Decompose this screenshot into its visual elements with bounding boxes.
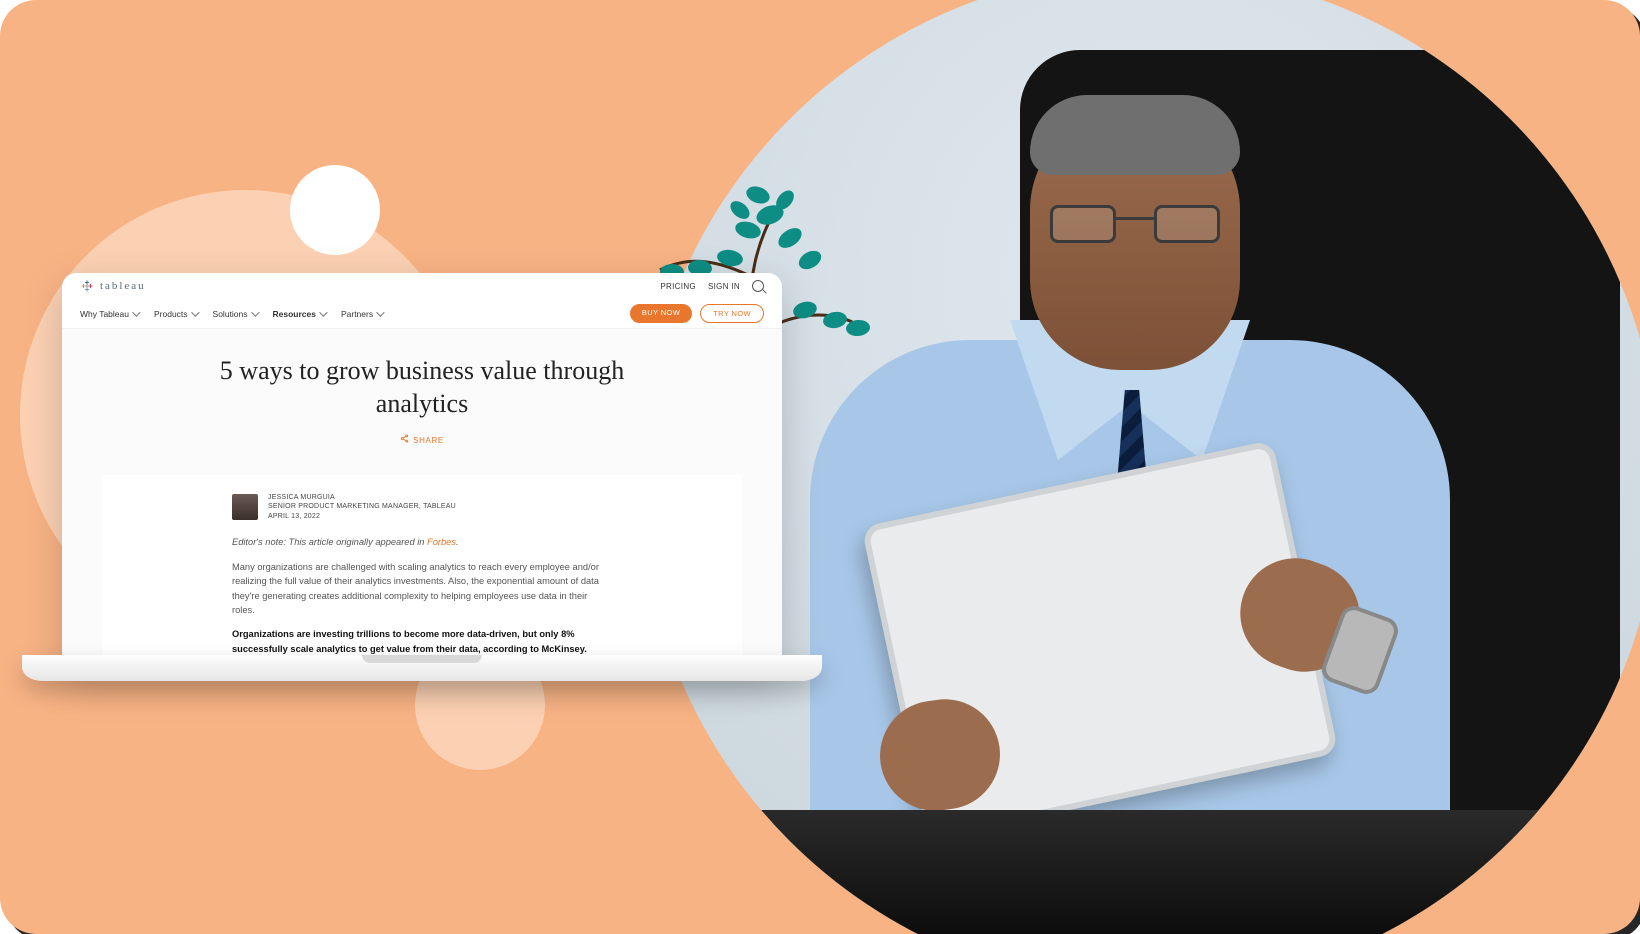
nav-label: Partners <box>341 309 373 319</box>
utility-bar: tableau PRICING SIGN IN <box>62 273 782 299</box>
search-icon[interactable] <box>752 280 764 292</box>
article-paragraph: Many organizations are challenged with s… <box>232 560 612 618</box>
buy-now-button[interactable]: BUY NOW <box>630 304 692 323</box>
chevron-down-icon <box>319 308 327 316</box>
hero-photo <box>640 0 1640 934</box>
hero-card: tableau PRICING SIGN IN Why Tableau Prod… <box>0 0 1640 934</box>
chevron-down-icon <box>251 308 259 316</box>
share-icon <box>400 434 409 445</box>
chevron-down-icon <box>376 308 384 316</box>
nav-why-tableau[interactable]: Why Tableau <box>80 309 138 319</box>
share-label: SHARE <box>413 436 444 445</box>
article-callout: Organizations are investing trillions to… <box>232 627 612 656</box>
forbes-link[interactable]: Forbes <box>427 537 456 547</box>
nav-products[interactable]: Products <box>154 309 197 319</box>
laptop-base <box>22 655 822 681</box>
share-button[interactable]: SHARE <box>102 434 742 445</box>
nav-solutions[interactable]: Solutions <box>213 309 257 319</box>
tableau-logo-icon <box>80 279 94 293</box>
laptop-screen: tableau PRICING SIGN IN Why Tableau Prod… <box>62 273 782 673</box>
logo-text: tableau <box>100 280 146 292</box>
pricing-link[interactable]: PRICING <box>660 282 696 291</box>
tableau-logo[interactable]: tableau <box>80 279 146 293</box>
author-avatar <box>232 494 258 520</box>
nav-label: Solutions <box>213 309 248 319</box>
nav-label: Resources <box>273 309 316 319</box>
article-title: 5 ways to grow business value through an… <box>202 355 642 420</box>
editors-note: Editor's note: This article originally a… <box>232 535 612 549</box>
nav-resources[interactable]: Resources <box>273 309 325 319</box>
article-date: APRIL 13, 2022 <box>268 512 456 521</box>
author-name: JESSICA MURGUIA <box>268 493 456 502</box>
signin-link[interactable]: SIGN IN <box>708 282 740 291</box>
nav-label: Products <box>154 309 188 319</box>
chevron-down-icon <box>191 308 199 316</box>
chevron-down-icon <box>132 308 140 316</box>
primary-nav: Why Tableau Products Solutions Resources… <box>62 299 782 329</box>
author-role: SENIOR PRODUCT MARKETING MANAGER, TABLEA… <box>268 502 456 511</box>
try-now-button[interactable]: TRY NOW <box>700 304 764 323</box>
nav-partners[interactable]: Partners <box>341 309 382 319</box>
article-body: 5 ways to grow business value through an… <box>62 329 782 673</box>
author-block: JESSICA MURGUIA SENIOR PRODUCT MARKETING… <box>102 493 742 535</box>
nav-label: Why Tableau <box>80 309 129 319</box>
decorative-circle-white <box>290 165 380 255</box>
